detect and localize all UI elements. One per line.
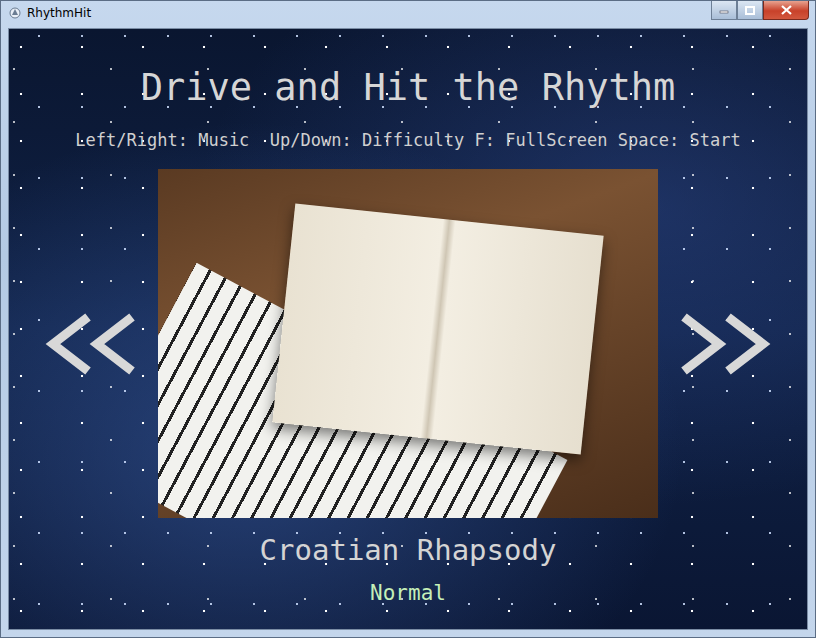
title-bar: RhythmHit: [8, 1, 808, 28]
song-title: Croatian Rhapsody: [260, 532, 557, 568]
maximize-button[interactable]: [737, 1, 763, 20]
close-icon: [781, 5, 792, 15]
previous-arrow-icon[interactable]: [44, 312, 136, 376]
controls-help: Left/Right: Music Up/Down: Difficulty F:…: [75, 130, 740, 150]
maximize-icon: [745, 6, 755, 15]
game-window: RhythmHit Drive and Hit the Rhythm Left/Ri…: [0, 0, 816, 638]
sheet-music: [272, 203, 603, 454]
game-screen: Drive and Hit the Rhythm Left/Right: Musi…: [8, 28, 808, 630]
next-arrow-icon[interactable]: [680, 312, 772, 376]
minimize-button[interactable]: [711, 1, 737, 20]
minimize-icon: [719, 6, 729, 14]
window-controls: [711, 1, 809, 20]
close-button[interactable]: [763, 1, 809, 20]
window-title: RhythmHit: [27, 6, 91, 20]
album-cover: [158, 169, 658, 518]
music-selector: [44, 169, 772, 518]
app-icon: [8, 6, 22, 20]
game-title: Drive and Hit the Rhythm: [141, 66, 676, 110]
difficulty-label: Normal: [370, 580, 446, 606]
